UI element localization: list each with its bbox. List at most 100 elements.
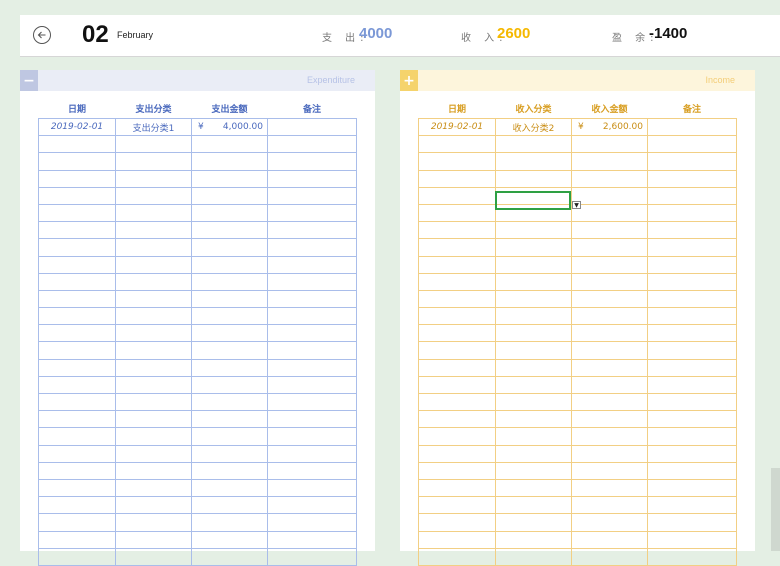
note-cell[interactable] xyxy=(647,186,737,205)
expand-income-button[interactable]: + xyxy=(400,70,418,91)
amount-cell[interactable] xyxy=(571,152,648,171)
note-cell[interactable] xyxy=(267,272,357,291)
date-cell[interactable] xyxy=(38,238,116,257)
note-cell[interactable] xyxy=(647,444,737,463)
category-cell[interactable] xyxy=(115,272,192,291)
category-cell[interactable] xyxy=(115,203,192,223)
note-cell[interactable] xyxy=(647,530,737,549)
amount-cell[interactable] xyxy=(571,238,648,257)
amount-cell[interactable] xyxy=(571,341,648,360)
date-cell[interactable] xyxy=(418,255,496,274)
note-cell[interactable] xyxy=(267,255,357,274)
category-cell[interactable] xyxy=(115,410,192,429)
date-cell[interactable] xyxy=(38,444,116,463)
date-cell[interactable] xyxy=(418,135,496,154)
amount-cell[interactable] xyxy=(191,203,268,223)
amount-cell[interactable] xyxy=(191,169,268,188)
note-cell[interactable] xyxy=(647,513,737,532)
category-cell[interactable] xyxy=(495,410,572,429)
category-cell[interactable] xyxy=(115,496,192,515)
category-cell[interactable] xyxy=(495,272,572,291)
amount-cell[interactable] xyxy=(571,289,648,309)
back-button[interactable] xyxy=(33,26,51,44)
category-cell[interactable] xyxy=(115,427,192,446)
note-cell[interactable] xyxy=(647,255,737,274)
date-cell[interactable] xyxy=(418,410,496,429)
category-cell[interactable] xyxy=(495,427,572,446)
category-cell[interactable] xyxy=(495,530,572,549)
category-cell[interactable] xyxy=(115,221,192,240)
date-cell[interactable]: 2019-02-01 xyxy=(418,117,496,137)
note-cell[interactable] xyxy=(647,375,737,395)
note-cell[interactable] xyxy=(267,186,357,205)
date-cell[interactable] xyxy=(38,272,116,291)
note-cell[interactable] xyxy=(267,203,357,223)
amount-cell[interactable] xyxy=(571,324,648,343)
date-cell[interactable] xyxy=(38,289,116,309)
amount-cell[interactable] xyxy=(191,135,268,154)
category-cell[interactable] xyxy=(115,289,192,309)
date-cell[interactable] xyxy=(418,513,496,532)
date-cell[interactable] xyxy=(418,238,496,257)
date-cell[interactable] xyxy=(418,478,496,498)
date-cell[interactable] xyxy=(38,152,116,171)
amount-cell[interactable] xyxy=(571,410,648,429)
date-cell[interactable] xyxy=(38,169,116,188)
category-cell[interactable] xyxy=(495,478,572,498)
date-cell[interactable] xyxy=(38,186,116,205)
amount-cell[interactable] xyxy=(191,272,268,291)
scrollbar[interactable] xyxy=(771,468,780,551)
date-cell[interactable] xyxy=(38,375,116,395)
amount-cell[interactable] xyxy=(191,530,268,549)
date-cell[interactable] xyxy=(418,358,496,377)
amount-cell[interactable] xyxy=(191,307,268,326)
note-cell[interactable] xyxy=(647,307,737,326)
amount-cell[interactable] xyxy=(191,375,268,395)
date-cell[interactable]: 2019-02-01 xyxy=(38,117,116,137)
date-cell[interactable] xyxy=(38,478,116,498)
category-cell[interactable] xyxy=(495,289,572,309)
amount-cell[interactable] xyxy=(571,221,648,240)
date-cell[interactable] xyxy=(418,289,496,309)
note-cell[interactable] xyxy=(267,530,357,549)
note-cell[interactable] xyxy=(267,392,357,412)
note-cell[interactable] xyxy=(267,461,357,480)
note-cell[interactable] xyxy=(647,358,737,377)
date-cell[interactable] xyxy=(38,221,116,240)
category-cell[interactable] xyxy=(115,255,192,274)
date-cell[interactable] xyxy=(38,513,116,532)
note-cell[interactable] xyxy=(267,152,357,171)
note-cell[interactable] xyxy=(647,427,737,446)
selected-category-cell[interactable] xyxy=(495,191,571,210)
amount-cell[interactable] xyxy=(191,444,268,463)
category-cell[interactable] xyxy=(115,186,192,205)
note-cell[interactable] xyxy=(267,496,357,515)
note-cell[interactable] xyxy=(647,169,737,188)
amount-cell[interactable] xyxy=(191,152,268,171)
date-cell[interactable] xyxy=(418,307,496,326)
category-cell[interactable] xyxy=(495,392,572,412)
date-cell[interactable] xyxy=(38,530,116,549)
amount-cell[interactable] xyxy=(571,203,648,223)
category-cell[interactable] xyxy=(495,255,572,274)
note-cell[interactable] xyxy=(267,238,357,257)
date-cell[interactable] xyxy=(418,221,496,240)
amount-cell[interactable] xyxy=(571,530,648,549)
date-cell[interactable] xyxy=(38,427,116,446)
category-cell[interactable] xyxy=(115,169,192,188)
category-cell[interactable] xyxy=(115,135,192,154)
category-cell[interactable] xyxy=(495,152,572,171)
amount-cell[interactable] xyxy=(571,169,648,188)
amount-cell[interactable] xyxy=(191,358,268,377)
category-cell[interactable] xyxy=(115,392,192,412)
amount-cell[interactable] xyxy=(571,255,648,274)
category-cell[interactable] xyxy=(115,461,192,480)
category-cell[interactable] xyxy=(495,444,572,463)
category-cell[interactable] xyxy=(115,152,192,171)
date-cell[interactable] xyxy=(38,203,116,223)
amount-cell[interactable] xyxy=(191,238,268,257)
note-cell[interactable] xyxy=(647,238,737,257)
note-cell[interactable] xyxy=(267,169,357,188)
date-cell[interactable] xyxy=(38,410,116,429)
note-cell[interactable] xyxy=(267,427,357,446)
